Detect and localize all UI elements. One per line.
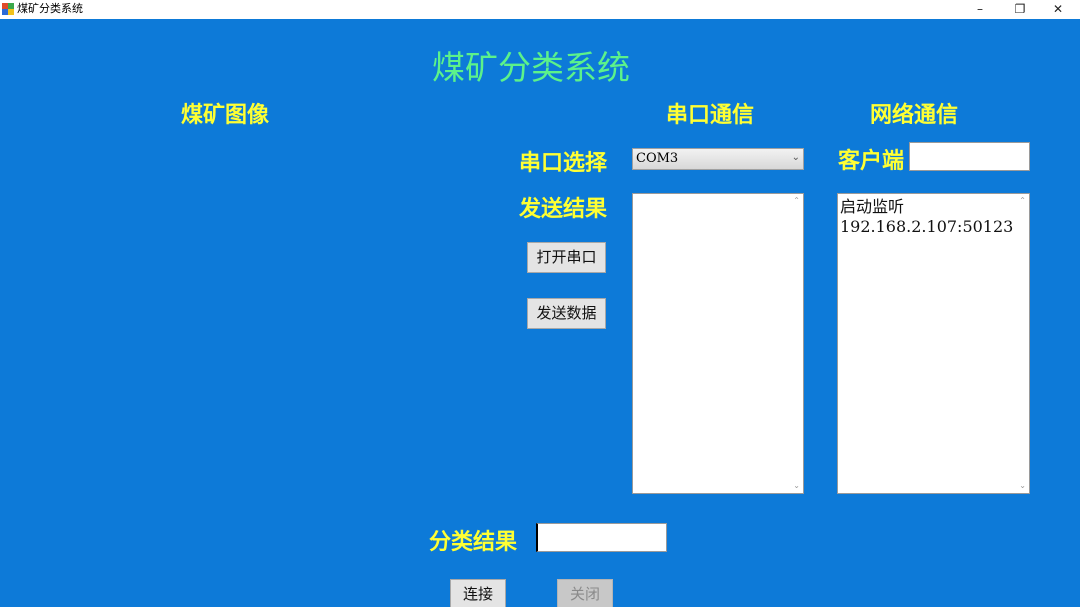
port-select-dropdown[interactable]: COM3 ⌄	[632, 148, 804, 170]
scroll-down-icon[interactable]: ⌄	[1019, 482, 1026, 490]
port-select-value: COM3	[636, 151, 679, 166]
open-port-button[interactable]: 打开串口	[527, 242, 606, 273]
classification-result-input[interactable]	[536, 523, 667, 552]
port-select-label: 串口选择	[519, 150, 608, 176]
title-bar[interactable]: 煤矿分类系统 – ❐ ✕	[0, 0, 1080, 19]
minimize-button[interactable]: –	[965, 0, 995, 19]
maximize-button[interactable]: ❐	[1005, 0, 1035, 19]
scroll-up-icon[interactable]: ⌃	[1019, 197, 1026, 205]
serial-comm-heading: 串口通信	[666, 102, 755, 128]
network-comm-heading: 网络通信	[870, 102, 959, 128]
app-window: 煤矿分类系统 – ❐ ✕ 煤矿分类系统 煤矿图像 串口通信 网络通信 串口选择 …	[0, 0, 1080, 607]
network-log-text: 启动监听 192.168.2.107:50123	[840, 197, 1014, 236]
window-title: 煤矿分类系统	[17, 2, 83, 15]
scroll-up-icon[interactable]: ⌃	[793, 197, 800, 205]
close-button[interactable]: ✕	[1043, 0, 1073, 19]
coal-image-label: 煤矿图像	[181, 102, 270, 128]
client-label: 客户端	[838, 148, 905, 174]
chevron-down-icon[interactable]: ⌄	[792, 152, 800, 163]
app-icon	[2, 3, 14, 15]
client-input[interactable]	[909, 142, 1030, 171]
scroll-down-icon[interactable]: ⌄	[793, 482, 800, 490]
close-connection-button[interactable]: 关闭	[557, 579, 613, 607]
network-log-textarea[interactable]: 启动监听 192.168.2.107:50123 ⌃ ⌄	[837, 193, 1030, 494]
main-panel: 煤矿分类系统 煤矿图像 串口通信 网络通信 串口选择 COM3 ⌄ 客户端 发送…	[0, 19, 1080, 607]
classification-result-label: 分类结果	[429, 529, 518, 555]
send-data-button[interactable]: 发送数据	[527, 298, 606, 329]
send-result-textarea[interactable]: ⌃ ⌄	[632, 193, 804, 494]
page-title: 煤矿分类系统	[432, 48, 630, 87]
send-result-label: 发送结果	[519, 196, 608, 222]
connect-button[interactable]: 连接	[450, 579, 506, 607]
